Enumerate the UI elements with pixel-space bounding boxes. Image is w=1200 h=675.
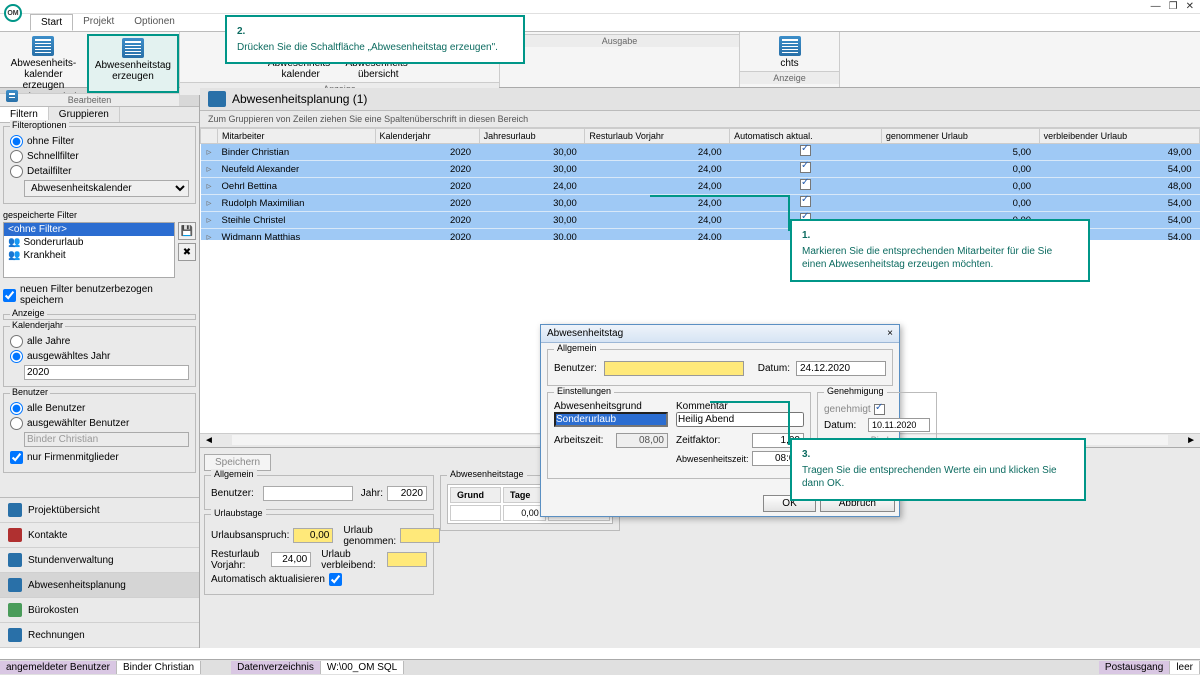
saved-filters-list[interactable]: <ohne Filter> 👥 Sonderurlaub 👥 Krankheit: [3, 222, 175, 278]
col-mitarbeiter[interactable]: Mitarbeiter: [218, 129, 376, 144]
dlg-datum[interactable]: [796, 361, 886, 376]
nav-stundenverwaltung[interactable]: Stundenverwaltung: [0, 548, 199, 573]
connector-line: [788, 401, 790, 445]
table-row[interactable]: ▹Neufeld Alexander202030,0024,000,0054,0…: [201, 161, 1200, 178]
tab-start[interactable]: Start: [30, 14, 73, 31]
window-minimize-icon[interactable]: —: [1151, 1, 1161, 12]
chk-genehmigt[interactable]: [874, 404, 885, 415]
ribbon: Abwesenheits- kalender erzeugen Abwesenh…: [0, 32, 1200, 88]
col-auto[interactable]: Automatisch aktual.: [730, 129, 882, 144]
dlg-kommentar[interactable]: [676, 412, 804, 427]
nav-footer: Projektübersicht Kontakte Stundenverwalt…: [0, 497, 199, 648]
dlg-genehmigt-datum[interactable]: [868, 418, 930, 432]
year-input[interactable]: [24, 365, 189, 380]
dialog-title: Abwesenheitstag: [547, 328, 623, 339]
filter-item-sonderurlaub[interactable]: 👥 Sonderurlaub: [4, 236, 174, 249]
callout-1: 1.Markieren Sie die entsprechenden Mitar…: [790, 219, 1090, 282]
window-close-icon[interactable]: ✕: [1186, 1, 1194, 12]
calendar-icon: [208, 91, 226, 107]
kalenderjahr-group: Kalenderjahr alle Jahre ausgewähltes Jah…: [3, 326, 196, 387]
content-title: Abwesenheitsplanung (1): [232, 92, 367, 106]
dlg-benutzer[interactable]: [604, 361, 744, 376]
callout-2: 2.Drücken Sie die Schaltfläche „Abwesenh…: [225, 15, 525, 64]
ribbon-tabs: Start Projekt Optionen: [0, 14, 1200, 32]
detailfilter-select[interactable]: Abwesenheitskalender: [24, 180, 189, 197]
chk-auto-aktualisieren[interactable]: [329, 573, 342, 586]
statusbar: angemeldeter Benutzer Binder Christian D…: [0, 659, 1200, 675]
tab-optionen[interactable]: Optionen: [124, 14, 185, 31]
radio-ohne-filter[interactable]: [10, 135, 23, 148]
benutzer-group: Benutzer alle Benutzer ausgewählter Benu…: [3, 393, 196, 473]
content: Abwesenheitsplanung (1) Zum Gruppieren v…: [200, 88, 1200, 648]
radio-schnellfilter[interactable]: [10, 150, 23, 163]
dialog-close-button[interactable]: ×: [887, 328, 893, 339]
nav-rechnungen[interactable]: Rechnungen: [0, 623, 199, 648]
btn-kalender-erzeugen[interactable]: Abwesenheits- kalender erzeugen: [0, 34, 87, 93]
calendar-icon: [6, 90, 18, 102]
connector-line: [710, 401, 790, 403]
radio-detailfilter[interactable]: [10, 165, 23, 178]
saved-filters-label: gespeicherte Filter: [3, 210, 196, 220]
nav-projektuebersicht[interactable]: Projektübersicht: [0, 498, 199, 523]
ribbon-group-bearbeiten: Bearbeiten: [0, 93, 179, 106]
detail-jahr[interactable]: [387, 486, 427, 501]
dlg-grund[interactable]: [554, 412, 668, 427]
chk-nur-firma[interactable]: [10, 451, 23, 464]
filteroptionen-group: Filteroptionen ohne Filter Schnellfilter…: [3, 126, 196, 204]
dlg-arbeitszeit: [616, 433, 668, 448]
filter-item-none[interactable]: <ohne Filter>: [4, 223, 174, 236]
window-titlebar: — ❐ ✕: [0, 0, 1200, 14]
radio-ausg-jahr[interactable]: [10, 350, 23, 363]
sb-postausgang: leer: [1170, 661, 1200, 674]
detail-benutzer[interactable]: [263, 486, 353, 501]
detail-verbleibend[interactable]: [387, 552, 427, 567]
chart-icon: [779, 36, 801, 56]
content-header: Abwesenheitsplanung (1): [200, 88, 1200, 111]
filter-item-krankheit[interactable]: 👥 Krankheit: [4, 249, 174, 262]
radio-alle-jahre[interactable]: [10, 335, 23, 348]
sb-user-label: angemeldeter Benutzer: [0, 661, 117, 674]
col-genommen[interactable]: genommener Urlaub: [881, 129, 1039, 144]
table-row[interactable]: ▹Rudolph Maximilian202030,0024,000,0054,…: [201, 195, 1200, 212]
nav-buerokosten[interactable]: Bürokosten: [0, 598, 199, 623]
calendar-plus-icon: [32, 36, 54, 56]
col-jahresurlaub[interactable]: Jahresurlaub: [479, 129, 585, 144]
connector-line: [788, 195, 790, 231]
btn-chts[interactable]: chts: [773, 34, 807, 71]
col-resturlaub[interactable]: Resturlaub Vorjahr: [585, 129, 730, 144]
app-logo: OM: [4, 4, 22, 22]
sb-postausgang-label: Postausgang: [1099, 661, 1170, 674]
tab-projekt[interactable]: Projekt: [73, 14, 124, 31]
radio-alle-benutzer[interactable]: [10, 402, 23, 415]
benutzer-input: [24, 432, 189, 447]
col-verbleibend[interactable]: verbleibender Urlaub: [1039, 129, 1199, 144]
nav-kontakte[interactable]: Kontakte: [0, 523, 199, 548]
save-filter-button[interactable]: 💾: [178, 222, 196, 240]
sb-dir-label: Datenverzeichnis: [231, 661, 321, 674]
ribbon-group-anzeige2: Anzeige: [740, 71, 839, 84]
ribbon-group-ausgabe: Ausgabe: [500, 34, 739, 47]
btn-abwesenheitstag-erzeugen[interactable]: Abwesenheitstag erzeugen: [87, 34, 179, 93]
col-kalenderjahr[interactable]: Kalenderjahr: [375, 129, 479, 144]
table-row[interactable]: ▹Binder Christian202030,0024,005,0049,00: [201, 144, 1200, 161]
sb-user: Binder Christian: [117, 661, 201, 674]
sidebar: Abwesenheitsplanung Filtern Gruppieren F…: [0, 88, 200, 648]
detail-rest[interactable]: [271, 552, 311, 567]
callout-3: 3.Tragen Sie die entsprechenden Werte ei…: [790, 438, 1086, 501]
radio-ausg-benutzer[interactable]: [10, 417, 23, 430]
grouping-bar[interactable]: Zum Gruppieren von Zeilen ziehen Sie ein…: [200, 111, 1200, 128]
delete-filter-button[interactable]: ✖: [178, 243, 196, 261]
sb-dir: W:\00_OM SQL: [321, 661, 404, 674]
window-maximize-icon[interactable]: ❐: [1169, 1, 1178, 12]
table-row[interactable]: ▹Oehrl Bettina202024,0024,000,0048,00: [201, 178, 1200, 195]
detail-anspruch[interactable]: [293, 528, 333, 543]
chk-user-filter[interactable]: [3, 289, 16, 302]
nav-abwesenheitsplanung[interactable]: Abwesenheitsplanung: [0, 573, 199, 598]
detail-genommen[interactable]: [400, 528, 440, 543]
calendar-day-icon: [122, 38, 144, 58]
connector-line: [650, 195, 790, 197]
